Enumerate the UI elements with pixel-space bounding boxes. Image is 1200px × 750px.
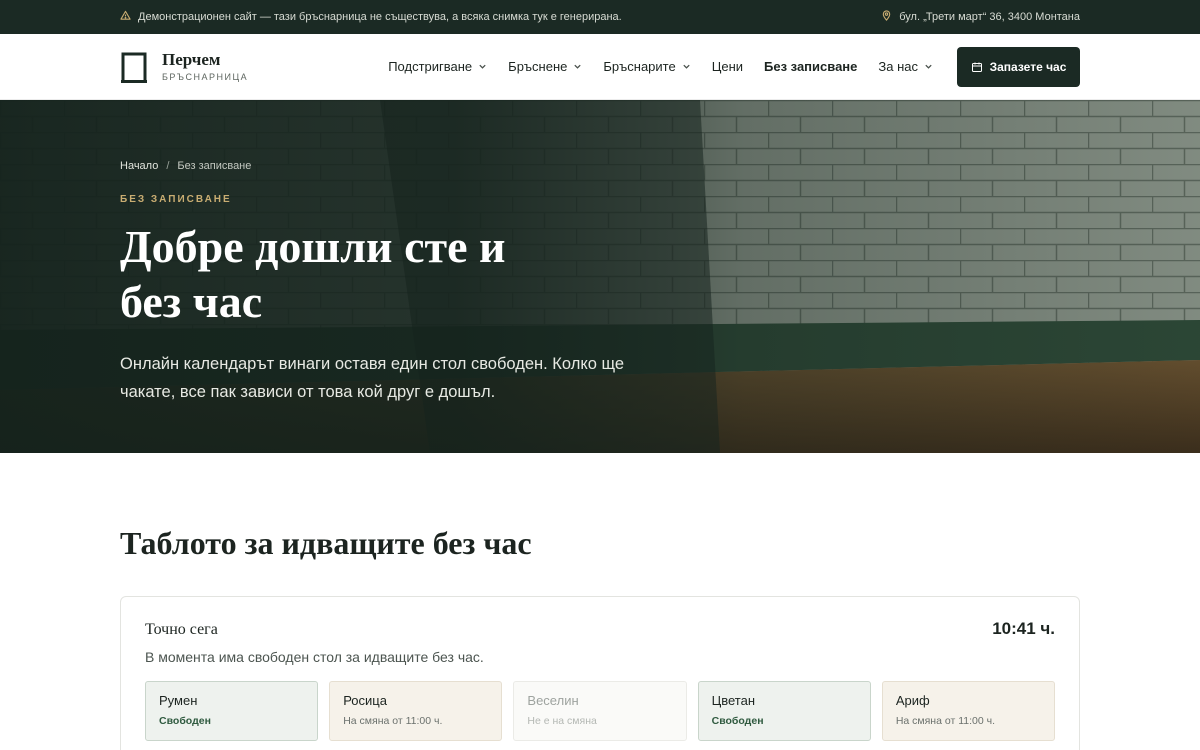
brand-name: Перчем	[162, 50, 221, 70]
barber-state: Свободен	[711, 715, 764, 727]
nav-item-label: За нас	[878, 59, 918, 74]
breadcrumb: Начало / Без записване	[120, 160, 680, 172]
notice-text: Демонстрационен сайт — тази бръснарница …	[138, 11, 622, 23]
hero-banner: Начало / Без записване БЕЗ ЗАПИСВАНЕ Доб…	[0, 100, 1200, 453]
barber-name: Цветан	[711, 693, 756, 708]
hero-lead-text: Онлайн календарът винаги оставя един сто…	[120, 355, 625, 401]
nav-item-label: Подстригване	[388, 59, 473, 74]
nav-item-barbers[interactable]: Бръснарите	[603, 59, 690, 74]
barber-name: Веселин	[527, 693, 579, 708]
board-header: Точно сега 10:41 ч.	[145, 619, 1055, 639]
barber-state: Свободен	[159, 715, 211, 727]
brand-logo-link[interactable]: Перчем БРЪСНАРНИЦА	[120, 51, 248, 83]
demo-notice-bar: Демонстрационен сайт — тази бръснарница …	[0, 0, 1200, 34]
barber-card-tsvetan: Цветан Свободен	[697, 681, 871, 741]
address[interactable]: бул. „Трети март“ 36, 3400 Монтана	[881, 10, 1080, 24]
page-title-line-1: Добре дошли сте и	[120, 221, 506, 272]
chevron-down-icon	[925, 64, 932, 69]
nav-item-about[interactable]: За нас	[878, 59, 933, 74]
chevron-down-icon	[683, 64, 690, 69]
page-title: Добре дошли сте и без час	[120, 219, 680, 329]
notice: Демонстрационен сайт — тази бръснарница …	[120, 10, 622, 24]
address-text: бул. „Трети март“ 36, 3400 Монтана	[899, 11, 1080, 23]
board-now-label: Точно сега	[145, 621, 218, 638]
nav-item-label: Без записване	[764, 59, 858, 74]
nav-item-shave[interactable]: Бръснене	[508, 59, 582, 74]
board-heading: Таблото за идващите без час	[120, 525, 532, 561]
site-header: Перчем БРЪСНАРНИЦА Подстригване Бръснене…	[0, 34, 1200, 100]
barber-card-veselin: Веселин Не е на смяна	[513, 681, 687, 741]
page-title-line-2: без час	[120, 276, 263, 328]
main-nav: Подстригване Бръснене Бръснарите Цени Бе…	[388, 59, 933, 74]
breadcrumb-separator: /	[166, 160, 170, 172]
walk-in-board-section: Таблото за идващите без час Точно сега 1…	[0, 453, 1200, 750]
nav-item-prices[interactable]: Цени	[712, 59, 743, 74]
nav-item-label: Цени	[711, 59, 744, 74]
hero-eyebrow: БЕЗ ЗАПИСВАНЕ	[120, 194, 232, 205]
chevron-down-icon	[574, 64, 582, 69]
brand-text: Перчем БРЪСНАРНИЦА	[162, 51, 248, 82]
board-current-time: 10:41 ч.	[992, 619, 1055, 638]
book-appointment-button[interactable]: Запазете час	[957, 46, 1080, 87]
breadcrumb-current: Без записване	[177, 160, 252, 172]
calendar-icon	[971, 62, 982, 72]
book-appointment-label: Запазете час	[989, 59, 1067, 74]
barber-card-rumen: Румен Свободен	[145, 681, 319, 741]
brand-subtitle: БРЪСНАРНИЦА	[162, 71, 249, 82]
nav-item-haircut[interactable]: Подстригване	[388, 59, 487, 74]
barber-state: Не е на смяна	[527, 715, 597, 727]
barber-state: На смяна от 11:00 ч.	[895, 715, 995, 727]
nav-item-walk-in[interactable]: Без записване	[764, 59, 857, 74]
board-status-text: В момента има свободен стол за идващите …	[145, 649, 484, 665]
barber-status-list: Румен Свободен Росица На смяна от 11:00 …	[145, 681, 1056, 741]
map-pin-icon	[881, 10, 892, 24]
nav-item-label: Бръснарите	[603, 59, 676, 74]
chevron-down-icon	[479, 64, 486, 69]
warning-triangle-icon	[120, 10, 131, 24]
walk-in-board: Точно сега 10:41 ч. В момента има свобод…	[120, 596, 1080, 750]
barber-card-arif: Ариф На смяна от 11:00 ч.	[881, 681, 1056, 741]
hero-content: Начало / Без записване БЕЗ ЗАПИСВАНЕ Доб…	[120, 160, 680, 406]
barber-card-rositsa: Росица На смяна от 11:00 ч.	[329, 681, 503, 741]
barber-state: На смяна от 11:00 ч.	[343, 715, 443, 727]
barber-name: Румен	[159, 693, 198, 708]
logo-icon	[121, 52, 147, 83]
breadcrumb-home-link[interactable]: Начало	[120, 160, 158, 172]
nav-item-label: Бръснене	[508, 59, 568, 74]
barber-name: Ариф	[895, 693, 930, 708]
barber-name: Росица	[343, 693, 387, 708]
